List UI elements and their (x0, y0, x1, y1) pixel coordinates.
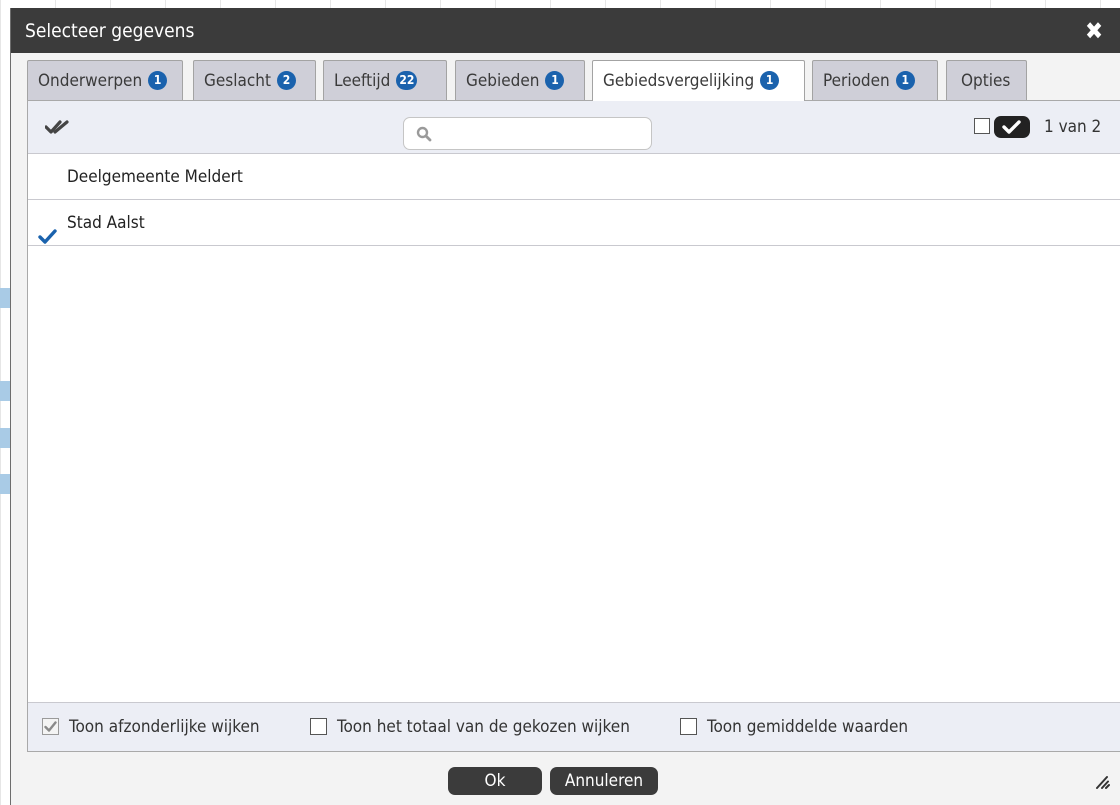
tab-gebieden[interactable]: Gebieden 1 (455, 60, 585, 100)
tab-perioden[interactable]: Perioden 1 (812, 60, 938, 100)
list-item-label: Deelgemeente Meldert (67, 167, 243, 187)
dialog-titlebar[interactable]: Selecteer gegevens ✖ (11, 8, 1120, 53)
resize-grip-icon[interactable] (1094, 774, 1110, 793)
option-label: Toon het totaal van de gekozen wijken (337, 717, 630, 737)
option-label: Toon afzonderlijke wijken (69, 717, 260, 737)
count-badge: 2 (276, 71, 296, 90)
search-icon (416, 126, 432, 146)
checkbox-unchecked[interactable] (310, 718, 327, 735)
background-row-marker (0, 288, 10, 308)
count-badge: 22 (396, 71, 418, 90)
tab-label: Gebieden (466, 71, 540, 91)
search-box[interactable] (403, 117, 652, 150)
tab-onderwerpen[interactable]: Onderwerpen 1 (27, 60, 183, 100)
list-item-label: Stad Aalst (67, 213, 145, 233)
check-icon (38, 216, 57, 262)
count-badge: 1 (895, 71, 915, 90)
checkbox-checked[interactable] (42, 718, 59, 735)
tab-geslacht[interactable]: Geslacht 2 (193, 60, 316, 100)
tab-label: Leeftijd (334, 71, 391, 91)
selection-count: 1 van 2 (1044, 117, 1102, 137)
list-item[interactable]: Stad Aalst (28, 200, 1120, 246)
dialog-title: Selecteer gegevens (25, 20, 195, 42)
options-bar: Toon afzonderlijke wijken Toon het totaa… (28, 702, 1120, 751)
count-badge: 1 (545, 71, 565, 90)
tab-opties[interactable]: Opties (946, 60, 1027, 100)
select-data-dialog: Selecteer gegevens ✖ Onderwerpen 1 Geslac… (10, 8, 1120, 805)
double-check-icon[interactable] (44, 117, 73, 137)
ok-button[interactable]: Ok (448, 767, 542, 795)
selection-panel: 1 van 2 Deelgemeente Meldert Stad Aalst … (27, 100, 1120, 752)
list-item[interactable]: Deelgemeente Meldert (28, 154, 1120, 200)
count-badge: 1 (760, 71, 780, 90)
tab-label: Geslacht (204, 71, 271, 91)
background-row-marker (0, 381, 10, 401)
option-label: Toon gemiddelde waarden (707, 717, 909, 737)
close-icon[interactable]: ✖ (1082, 17, 1106, 45)
tab-label: Onderwerpen (38, 71, 143, 91)
tab-gebiedsvergelijking[interactable]: Gebiedsvergelijking 1 (592, 60, 805, 101)
background-row-marker (0, 474, 10, 494)
deselect-all-checkbox[interactable] (974, 118, 990, 134)
tab-label: Opties (961, 71, 1011, 91)
select-all-toggle[interactable] (994, 116, 1030, 138)
panel-toolbar: 1 van 2 (28, 101, 1120, 154)
search-input[interactable] (440, 121, 649, 147)
cancel-button[interactable]: Annuleren (550, 767, 658, 795)
background-row-marker (0, 428, 10, 448)
tab-label: Perioden (823, 71, 890, 91)
count-badge: 1 (148, 71, 168, 90)
tab-label: Gebiedsvergelijking (603, 71, 755, 91)
checkbox-unchecked[interactable] (680, 718, 697, 735)
tab-leeftijd[interactable]: Leeftijd 22 (323, 60, 447, 100)
